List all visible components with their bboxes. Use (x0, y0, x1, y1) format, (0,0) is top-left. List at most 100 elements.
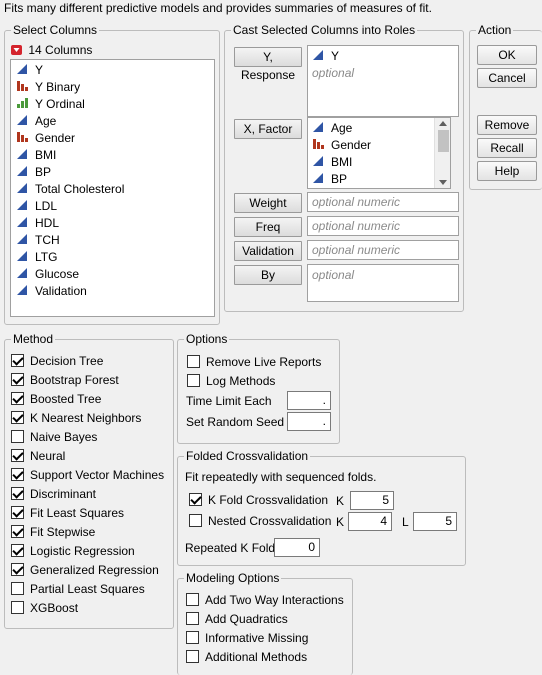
method-support-vector-machines-checkbox[interactable]: Support Vector Machines (11, 466, 164, 485)
continuous-column-icon (16, 216, 30, 228)
method-naive-bayes-checkbox[interactable]: Naive Bayes (11, 428, 97, 447)
checkbox-label: Naive Bayes (30, 430, 98, 444)
method-decision-tree-checkbox[interactable]: Decision Tree (11, 352, 103, 371)
select-columns-panel: Select Columns 14 Columns Y Y Binary Y Ord… (4, 22, 220, 325)
validation-button[interactable]: Validation (234, 241, 302, 261)
folded-cv-panel: Folded Crossvalidation Fit repeatedly wi… (177, 448, 466, 566)
nested-l-field[interactable]: 5 (413, 512, 457, 531)
select-columns-title: Select Columns (11, 22, 100, 38)
k-fold-cv-checkbox[interactable]: K Fold Crossvalidation (189, 491, 328, 510)
weight-field[interactable]: optional numeric (307, 192, 459, 212)
x-factor-scrollbar[interactable] (434, 118, 450, 188)
ok-button[interactable]: OK (477, 45, 537, 65)
method-fit-least-squares-checkbox[interactable]: Fit Least Squares (11, 504, 124, 523)
method-generalized-regression-checkbox[interactable]: Generalized Regression (11, 561, 159, 580)
checkbox-label: Fit Stepwise (30, 525, 96, 539)
time-limit-label: Time Limit Each (186, 394, 272, 408)
column-item-ltg[interactable]: LTG (16, 249, 214, 266)
column-item-y-binary[interactable]: Y Binary (16, 79, 214, 96)
column-item-tch[interactable]: TCH (16, 232, 214, 249)
continuous-column-icon (16, 250, 30, 262)
method-logistic-regression-checkbox[interactable]: Logistic Regression (11, 542, 135, 561)
column-item-x-role-gender[interactable]: Gender (312, 137, 432, 154)
column-name: BMI (35, 148, 57, 162)
column-name: Y Binary (35, 80, 81, 94)
continuous-column-icon (16, 63, 30, 75)
k-fold-k-field[interactable]: 5 (350, 491, 394, 510)
method-discriminant-checkbox[interactable]: Discriminant (11, 485, 96, 504)
column-item-bp[interactable]: BP (16, 164, 214, 181)
method-k-nearest-neighbors-checkbox[interactable]: K Nearest Neighbors (11, 409, 141, 428)
column-count-dropdown[interactable]: 14 Columns (11, 42, 92, 58)
continuous-column-icon (312, 172, 326, 184)
modeling-informative-missing-checkbox[interactable]: Informative Missing (186, 629, 308, 648)
checkmark-icon (11, 506, 24, 519)
time-limit-field[interactable]: . (287, 391, 331, 410)
nested-k-field[interactable]: 4 (348, 512, 392, 531)
method-bootstrap-forest-checkbox[interactable]: Bootstrap Forest (11, 371, 119, 390)
recall-button[interactable]: Recall (477, 138, 537, 158)
checkbox-label: XGBoost (30, 601, 79, 615)
y-response-list[interactable]: Yoptional (307, 45, 459, 117)
x-factor-list[interactable]: Age Gender BMI BP (307, 117, 451, 189)
checkbox-label: Add Quadratics (205, 612, 288, 626)
remove-button[interactable]: Remove (477, 115, 537, 135)
nested-k-label: K (336, 515, 345, 529)
column-item-glucose[interactable]: Glucose (16, 266, 214, 283)
checkbox-label: Logistic Regression (30, 544, 135, 558)
column-item-y-ordinal[interactable]: Y Ordinal (16, 96, 214, 113)
y-response-button[interactable]: Y, Response (234, 47, 302, 82)
column-name: Glucose (35, 267, 80, 281)
repeated-k-fold-label: Repeated K Fold (185, 541, 276, 555)
column-item-y-role-y[interactable]: Y (312, 48, 454, 65)
continuous-column-icon (16, 148, 30, 160)
remove-live-reports-checkbox[interactable]: Remove Live Reports (187, 353, 321, 372)
method-fit-stepwise-checkbox[interactable]: Fit Stepwise (11, 523, 95, 542)
k-fold-cv-label: K Fold Crossvalidation (208, 493, 329, 507)
column-item-bmi[interactable]: BMI (16, 147, 214, 164)
column-name: Age (331, 121, 353, 135)
method-boosted-tree-checkbox[interactable]: Boosted Tree (11, 390, 101, 409)
x-factor-button[interactable]: X, Factor (234, 119, 302, 139)
checkbox-box (186, 612, 199, 625)
method-neural-checkbox[interactable]: Neural (11, 447, 65, 466)
column-item-x-role-bp[interactable]: BP (312, 171, 432, 188)
weight-button[interactable]: Weight (234, 193, 302, 213)
options-panel: Options Remove Live Reports Log Methods … (177, 331, 340, 444)
column-list[interactable]: Y Y Binary Y Ordinal Age Gender BMI BP Total Ch… (10, 59, 215, 317)
nested-cv-checkbox[interactable]: Nested Crossvalidation (189, 512, 331, 531)
column-item-x-role-age[interactable]: Age (312, 120, 432, 137)
column-name: LTG (35, 250, 58, 264)
log-methods-checkbox[interactable]: Log Methods (187, 372, 275, 391)
checkbox-box (11, 582, 24, 595)
cancel-button[interactable]: Cancel (477, 68, 537, 88)
checkbox-label: Generalized Regression (30, 563, 159, 577)
modeling-add-quadratics-checkbox[interactable]: Add Quadratics (186, 610, 288, 629)
column-item-y[interactable]: Y (16, 62, 214, 79)
column-item-hdl[interactable]: HDL (16, 215, 214, 232)
column-name: LDL (35, 199, 58, 213)
method-panel: Method Decision Tree Bootstrap Forest Boos… (4, 331, 174, 629)
column-item-ldl[interactable]: LDL (16, 198, 214, 215)
by-field[interactable]: optional (307, 264, 459, 302)
continuous-column-icon (16, 199, 30, 211)
continuous-column-icon (16, 284, 30, 296)
method-partial-least-squares-checkbox[interactable]: Partial Least Squares (11, 580, 145, 599)
column-item-validation[interactable]: Validation (16, 283, 214, 300)
modeling-additional-methods-checkbox[interactable]: Additional Methods (186, 648, 307, 667)
repeated-k-fold-field[interactable]: 0 (274, 538, 320, 557)
method-xgboost-checkbox[interactable]: XGBoost (11, 599, 78, 618)
validation-field[interactable]: optional numeric (307, 240, 459, 260)
column-item-age[interactable]: Age (16, 113, 214, 130)
column-item-gender[interactable]: Gender (16, 130, 214, 147)
random-seed-field[interactable]: . (287, 412, 331, 431)
column-item-total-cholesterol[interactable]: Total Cholesterol (16, 181, 214, 198)
modeling-add-two-way-interactions-checkbox[interactable]: Add Two Way Interactions (186, 591, 344, 610)
freq-button[interactable]: Freq (234, 217, 302, 237)
freq-field[interactable]: optional numeric (307, 216, 459, 236)
help-button[interactable]: Help (477, 161, 537, 181)
by-button[interactable]: By (234, 265, 302, 285)
checkmark-icon (189, 493, 202, 506)
column-item-x-role-bmi[interactable]: BMI (312, 154, 432, 171)
nominal-column-icon (16, 80, 30, 92)
